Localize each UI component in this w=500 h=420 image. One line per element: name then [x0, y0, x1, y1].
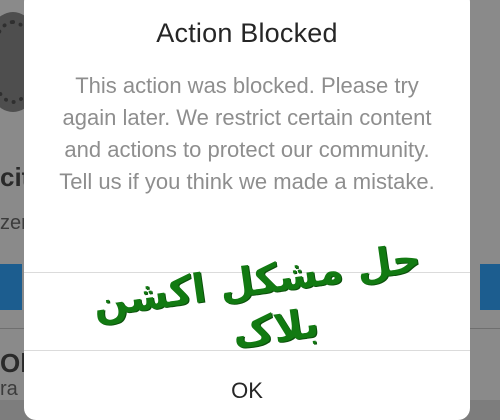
dialog-message: This action was blocked. Please try agai…: [59, 73, 435, 194]
background-text-4: ra: [0, 378, 18, 400]
background-button-left: [0, 264, 22, 310]
dialog-title: Action Blocked: [156, 18, 338, 48]
background-button-right: [480, 264, 500, 310]
